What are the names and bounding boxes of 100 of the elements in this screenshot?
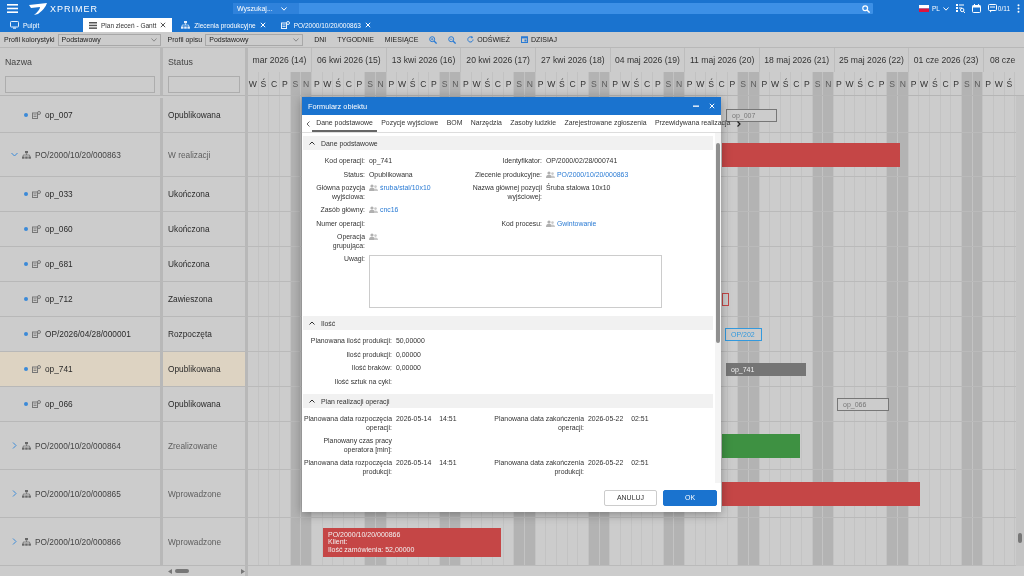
calendar-icon — [520, 36, 528, 43]
day-label: N — [525, 72, 536, 95]
day-label: C — [940, 72, 952, 95]
scroll-left-icon[interactable] — [306, 120, 310, 127]
logo-text: XPRIMER — [50, 3, 98, 14]
menu-icon[interactable] — [7, 4, 18, 13]
filter-field[interactable] — [168, 76, 240, 93]
day-label: W — [919, 72, 930, 95]
status-label: Wprowadzone — [168, 488, 222, 499]
day-label: W — [248, 72, 259, 95]
zoom-in-icon[interactable] — [429, 35, 438, 44]
day-label: C — [269, 72, 280, 95]
close-icon[interactable] — [709, 103, 715, 109]
network-icon — [22, 441, 31, 450]
tree-row[interactable]: PO/2000/10/20/000863 W realizacji — [0, 133, 245, 177]
day-label: P — [610, 72, 621, 95]
calendar-icon[interactable] — [971, 4, 981, 13]
day-label: S — [887, 72, 899, 95]
scroll-left-icon[interactable] — [168, 568, 172, 574]
tree-row[interactable]: op_060 Ukończona — [0, 212, 245, 247]
day-label: P — [983, 72, 994, 95]
scroll-right-icon[interactable] — [736, 120, 741, 127]
chevron-icon[interactable] — [11, 151, 18, 158]
status-label: Rozpoczęta — [168, 329, 212, 339]
document-icon — [32, 330, 41, 338]
day-label: N — [674, 72, 685, 95]
tree-row[interactable]: op_033 Ukończona — [0, 177, 245, 212]
status-label: Opublikowana — [168, 110, 221, 120]
row-label: OP/2026/04/28/000001 — [45, 329, 131, 339]
search-icon[interactable] — [862, 4, 870, 13]
day-label: P — [535, 72, 547, 95]
filter-field[interactable] — [5, 76, 155, 93]
status-label: Ukończona — [168, 259, 210, 269]
tree-row[interactable]: op_007 Opublikowana — [0, 98, 245, 133]
zoom-out-icon[interactable] — [448, 35, 457, 44]
tree-row[interactable]: op_066 Opublikowana — [0, 387, 245, 422]
tree-row[interactable]: PO/2000/10/20/000866 Wprowadzone — [0, 518, 245, 566]
document-icon — [32, 295, 41, 303]
document-icon — [32, 365, 41, 373]
day-label: S — [663, 72, 675, 95]
day-label: Ś — [930, 72, 941, 95]
day-label: C — [716, 72, 728, 95]
row-label: op_060 — [45, 224, 73, 234]
scrollbar[interactable] — [1016, 96, 1024, 566]
logo-icon — [28, 2, 48, 15]
chevron-icon[interactable] — [11, 442, 18, 449]
row-label: PO/2000/10/20/000865 — [35, 488, 121, 499]
users-icon — [369, 206, 378, 213]
day-label: N — [450, 72, 462, 95]
day-label: P — [652, 72, 664, 95]
close-tab-icon[interactable] — [160, 22, 167, 28]
day-label: W — [322, 72, 334, 95]
day-label: N — [599, 72, 611, 95]
document-icon — [32, 225, 41, 233]
more-icon[interactable] — [1017, 4, 1020, 13]
day-label: P — [279, 72, 291, 95]
bullet-icon — [24, 113, 28, 117]
status-label: Wprowadzone — [168, 536, 222, 547]
tree-row[interactable]: PO/2000/10/20/000865 Wprowadzone — [0, 470, 245, 518]
bullet-icon — [24, 332, 28, 336]
notes-field[interactable] — [369, 255, 662, 308]
day-label: W — [546, 72, 558, 95]
network-icon — [22, 537, 31, 546]
scrollbar[interactable] — [715, 133, 721, 483]
day-label: W — [993, 72, 1005, 95]
column-header[interactable]: Status — [168, 57, 193, 67]
day-label: P — [461, 72, 472, 95]
day-label: Ś — [631, 72, 643, 95]
tree-row[interactable]: op_741 Opublikowana — [0, 352, 245, 387]
chevron-icon[interactable] — [11, 490, 18, 497]
tree-row[interactable]: op_712 Zawieszona — [0, 282, 245, 317]
column-header[interactable]: Nazwa — [5, 57, 32, 67]
chevron-up-icon — [309, 321, 315, 325]
day-label: W — [471, 72, 483, 95]
network-icon — [22, 489, 31, 498]
refresh-icon — [467, 36, 475, 43]
status-label: Zrealizowane — [168, 440, 218, 451]
row-label: op_712 — [45, 294, 73, 304]
day-label: N — [301, 72, 312, 95]
users-icon — [369, 233, 378, 240]
status-label: Opublikowana — [168, 399, 221, 409]
users-icon — [369, 184, 378, 191]
day-label: Ś — [407, 72, 419, 95]
document-icon — [32, 400, 41, 408]
day-label: N — [748, 72, 760, 95]
day-label: S — [439, 72, 451, 95]
day-label: P — [908, 72, 920, 95]
flag-icon — [918, 5, 929, 12]
day-label: P — [429, 72, 440, 95]
day-label: P — [759, 72, 771, 95]
day-label: S — [514, 72, 526, 95]
chevron-icon[interactable] — [11, 538, 18, 545]
bullet-icon — [24, 192, 28, 196]
list-search-icon[interactable] — [955, 4, 965, 13]
tree-row[interactable]: op_681 Ukończona — [0, 247, 245, 282]
tree-row[interactable]: PO/2000/10/20/000864 Zrealizowane — [0, 422, 245, 470]
day-label: Ś — [557, 72, 568, 95]
row-label: op_007 — [45, 110, 73, 120]
day-label: C — [642, 72, 653, 95]
day-label: W — [620, 72, 632, 95]
